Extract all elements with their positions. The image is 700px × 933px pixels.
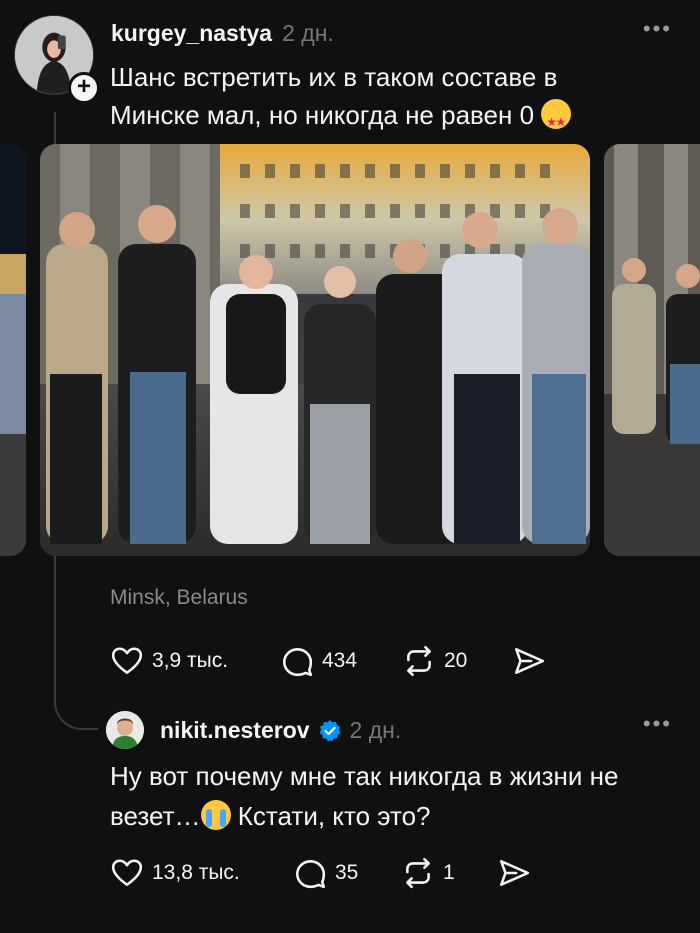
- speech-bubble-icon: [280, 644, 314, 678]
- reply-header: nikit.nesterov 2 дн.: [160, 717, 401, 744]
- verified-badge-icon: [318, 719, 342, 743]
- like-button[interactable]: 3,9 тыс.: [110, 644, 280, 678]
- carousel-photo-previous[interactable]: [0, 144, 26, 556]
- repost-button[interactable]: 20: [402, 644, 512, 678]
- reply-button[interactable]: 434: [280, 644, 402, 678]
- heart-icon: [110, 856, 144, 890]
- location-tag[interactable]: Minsk, Belarus: [110, 586, 248, 610]
- send-icon: [497, 856, 531, 890]
- repost-icon: [401, 856, 435, 890]
- reply-count: 434: [322, 649, 358, 672]
- reply-time: 2 дн.: [349, 717, 402, 743]
- post-text-body: Шанс встретить их в таком составе в Минс…: [110, 62, 558, 130]
- reply-actions: 13,8 тыс. 35 1: [110, 856, 531, 890]
- post-time: 2 дн.: [282, 20, 334, 46]
- repost-count: 20: [444, 649, 468, 672]
- repost-icon: [402, 644, 436, 678]
- speech-bubble-icon: [293, 856, 327, 890]
- reply-text-end: Кстати, кто это?: [230, 801, 431, 831]
- reply-reply-count: 35: [335, 861, 359, 884]
- reply-like-count: 13,8 тыс.: [152, 861, 240, 884]
- reply-text: Ну вот почему мне так никогда в жизни не…: [110, 756, 670, 836]
- reply-repost-count: 1: [443, 861, 455, 884]
- reply-like-button[interactable]: 13,8 тыс.: [110, 856, 293, 890]
- thread-connector: [54, 668, 98, 730]
- share-button[interactable]: [512, 644, 546, 678]
- post-text: Шанс встретить их в таком составе в Минс…: [110, 58, 630, 141]
- reply-reply-button[interactable]: 35: [293, 856, 401, 890]
- reply-share-button[interactable]: [497, 856, 531, 890]
- like-count: 3,9 тыс.: [152, 649, 229, 672]
- more-dots-icon[interactable]: •••: [643, 18, 672, 40]
- post-header: kurgey_nastya 2 дн.: [111, 20, 334, 47]
- photo-carousel[interactable]: [0, 144, 700, 556]
- star-struck-emoji-icon: [541, 99, 572, 141]
- carousel-photo-next[interactable]: [604, 144, 700, 556]
- reply-username[interactable]: nikit.nesterov: [160, 717, 310, 744]
- send-icon: [512, 644, 546, 678]
- reply-author-avatar[interactable]: [106, 711, 144, 749]
- crying-face-emoji-icon: [200, 800, 231, 830]
- more-dots-icon[interactable]: •••: [643, 713, 672, 735]
- reply-repost-button[interactable]: 1: [401, 856, 497, 890]
- follow-plus-icon[interactable]: +: [68, 72, 100, 104]
- carousel-photo-group[interactable]: [40, 144, 590, 556]
- author-username[interactable]: kurgey_nastya: [111, 20, 272, 47]
- heart-icon: [110, 644, 144, 678]
- post-actions: 3,9 тыс. 434 20: [110, 644, 546, 678]
